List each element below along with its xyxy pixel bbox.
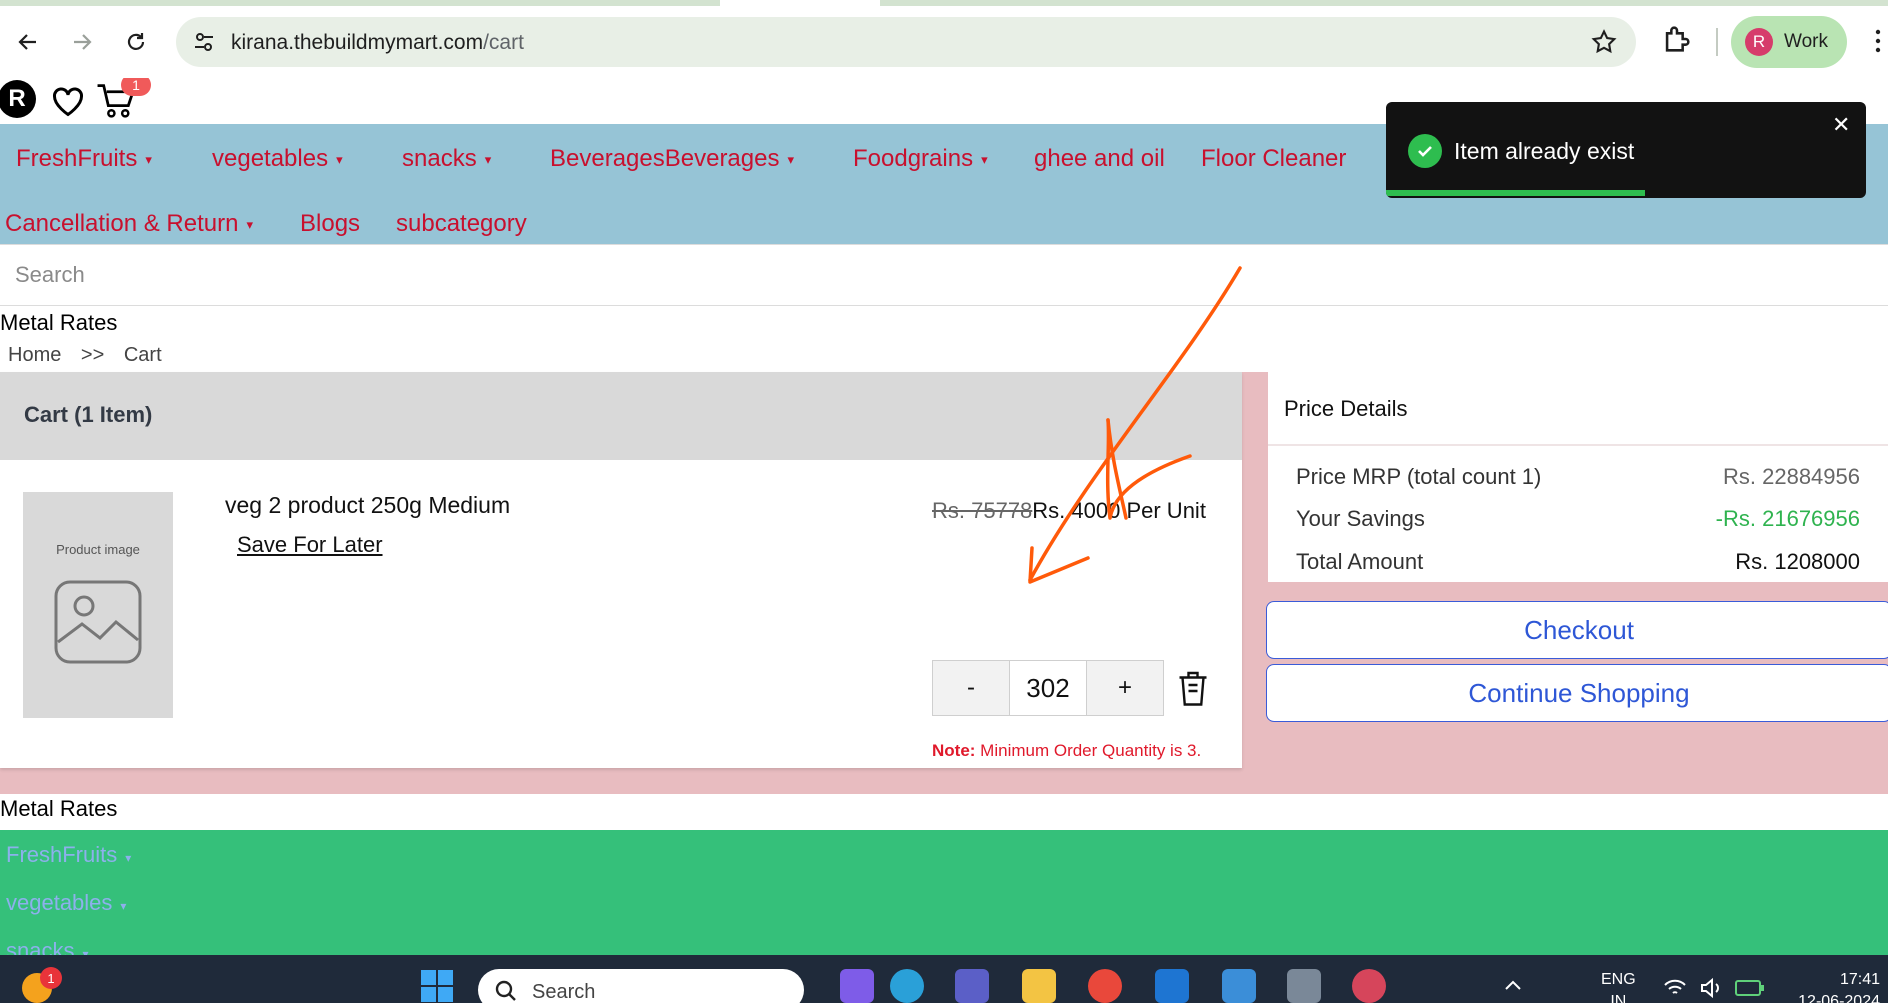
profile-avatar: R xyxy=(1745,28,1773,56)
wishlist-heart-icon[interactable] xyxy=(50,84,86,123)
windows-start-icon[interactable] xyxy=(420,969,454,1003)
active-tab[interactable] xyxy=(720,0,880,6)
chrome-browser-icon[interactable] xyxy=(1088,969,1122,1003)
footer-link-vegetables[interactable]: vegetables ▾ xyxy=(6,890,126,916)
reload-icon[interactable] xyxy=(116,22,156,62)
footer: FreshFruits ▾ vegetables ▾ snacks ▾ xyxy=(0,830,1888,955)
product-mrp: Rs. 75778 xyxy=(932,498,1033,523)
cart-header: Cart (1 Item) xyxy=(0,372,1242,460)
decrement-button[interactable]: - xyxy=(933,661,1009,715)
user-avatar[interactable]: R xyxy=(0,80,36,118)
cart-card: Cart (1 Item) Product image veg 2 produc… xyxy=(0,372,1242,768)
taskbar: 1 Search ENG IN 17:41 12-06-2024 xyxy=(0,955,1888,1003)
nav-item-subcategory[interactable]: subcategory xyxy=(396,210,527,238)
image-placeholder-icon xyxy=(54,580,142,664)
toolbar-divider xyxy=(1716,28,1718,56)
breadcrumb: Home >> Cart xyxy=(8,344,176,367)
volume-icon[interactable] xyxy=(1698,975,1724,1001)
copilot-icon[interactable] xyxy=(840,969,874,1003)
metal-rates-link[interactable]: Metal Rates xyxy=(0,310,117,336)
edge-browser-icon[interactable] xyxy=(890,969,924,1003)
widgets-badge: 1 xyxy=(40,967,62,989)
footer-link-freshfruits[interactable]: FreshFruits ▾ xyxy=(6,842,131,868)
back-icon[interactable] xyxy=(8,22,48,62)
extensions-icon[interactable] xyxy=(1660,22,1694,61)
site-info-icon[interactable] xyxy=(192,30,216,59)
price-details-title: Price Details xyxy=(1284,396,1408,421)
address-bar[interactable]: kirana.thebuildmymart.com/cart xyxy=(176,17,1636,67)
store-icon[interactable] xyxy=(1155,969,1189,1003)
breadcrumb-separator: >> xyxy=(80,344,105,366)
footer-metal-rates[interactable]: Metal Rates xyxy=(0,796,117,822)
battery-icon[interactable] xyxy=(1734,975,1766,1001)
cart-count-badge: 1 xyxy=(121,78,151,96)
nav-item-vegetables[interactable]: vegetables ▾ xyxy=(212,145,343,173)
nav-item-snacks[interactable]: snacks ▾ xyxy=(402,145,491,173)
increment-button[interactable]: + xyxy=(1087,661,1163,715)
nav-item-ghee-and-oil[interactable]: ghee and oil xyxy=(1034,145,1165,173)
nav-item-cancellation-return[interactable]: Cancellation & Return ▾ xyxy=(5,210,253,238)
product-image[interactable]: Product image xyxy=(23,492,173,718)
price-details-divider xyxy=(1268,444,1888,446)
price-details-panel: Price Details Price MRP (total count 1) R… xyxy=(1268,372,1888,582)
quantity-stepper: - 302 + xyxy=(932,660,1164,716)
footer-link-snacks[interactable]: snacks ▾ xyxy=(6,938,89,955)
cart-title: Cart (1 Item) xyxy=(24,402,153,427)
file-explorer-icon[interactable] xyxy=(1022,969,1056,1003)
taskbar-search[interactable]: Search xyxy=(478,969,804,1003)
product-name[interactable]: veg 2 product 250g Medium xyxy=(225,492,510,519)
checkout-button[interactable]: Checkout xyxy=(1266,601,1888,659)
product-price: Rs. 75778Rs. 4000 Per Unit xyxy=(932,492,1222,530)
input-language[interactable]: ENG IN xyxy=(1601,969,1636,1003)
bookmark-star-icon[interactable] xyxy=(1590,28,1618,61)
price-row-total: Total Amount Rs. 1208000 xyxy=(1296,549,1860,574)
nav-item-foodgrains[interactable]: Foodgrains ▾ xyxy=(853,145,988,173)
tab-strip xyxy=(0,0,1888,6)
wifi-icon[interactable] xyxy=(1662,975,1688,1001)
delete-trash-icon[interactable] xyxy=(1175,668,1211,713)
tray-chevron-icon[interactable] xyxy=(1502,975,1524,997)
chrome-work-icon[interactable] xyxy=(1352,969,1386,1003)
nav-item-floor-cleaner[interactable]: Floor Cleaner xyxy=(1201,145,1346,173)
web-page: R 1 FreshFruits ▾ vegetables ▾ snacks ▾ Bev… xyxy=(0,78,1888,955)
search-bar xyxy=(0,244,1888,306)
teams-icon[interactable] xyxy=(955,969,989,1003)
profile-button[interactable]: R Work xyxy=(1731,16,1847,68)
browser-menu-icon[interactable] xyxy=(1868,26,1888,56)
product-image-label: Product image xyxy=(56,542,140,557)
product-unit-price: Rs. 4000 Per Unit xyxy=(1032,498,1206,523)
url-text: kirana.thebuildmymart.com/cart xyxy=(231,31,524,54)
breadcrumb-current: Cart xyxy=(123,344,162,366)
browser-toolbar: kirana.thebuildmymart.com/cart R Work xyxy=(0,0,1888,78)
taskbar-search-icon xyxy=(495,980,516,1001)
nav-item-blogs[interactable]: Blogs xyxy=(300,210,360,238)
continue-shopping-button[interactable]: Continue Shopping xyxy=(1266,664,1888,722)
price-row-mrp: Price MRP (total count 1) Rs. 22884956 xyxy=(1296,464,1860,489)
toast-message: Item already exist xyxy=(1454,138,1635,164)
toast-close-icon[interactable]: ✕ xyxy=(1832,112,1850,138)
toast-progress-bar xyxy=(1386,190,1646,196)
forward-icon[interactable] xyxy=(62,22,102,62)
toast-notification: Item already exist ✕ xyxy=(1386,102,1866,198)
notepad-icon[interactable] xyxy=(1222,969,1256,1003)
success-check-icon xyxy=(1408,134,1442,168)
price-row-savings: Your Savings -Rs. 21676956 xyxy=(1296,506,1860,531)
quantity-value[interactable]: 302 xyxy=(1009,661,1087,715)
search-input[interactable] xyxy=(15,257,1815,293)
min-order-note: Note: Minimum Order Quantity is 3. xyxy=(932,741,1202,760)
clock[interactable]: 17:41 12-06-2024 xyxy=(1790,969,1880,1003)
screen: kirana.thebuildmymart.com/cart R Work R xyxy=(0,0,1888,1003)
breadcrumb-home[interactable]: Home xyxy=(8,344,61,366)
profile-label: Work xyxy=(1784,31,1828,52)
nav-item-beverages[interactable]: BeveragesBeverages ▾ xyxy=(550,145,794,173)
nav-item-freshfruits[interactable]: FreshFruits ▾ xyxy=(16,145,152,173)
save-for-later-link[interactable]: Save For Later xyxy=(237,532,383,558)
calculator-icon[interactable] xyxy=(1287,969,1321,1003)
